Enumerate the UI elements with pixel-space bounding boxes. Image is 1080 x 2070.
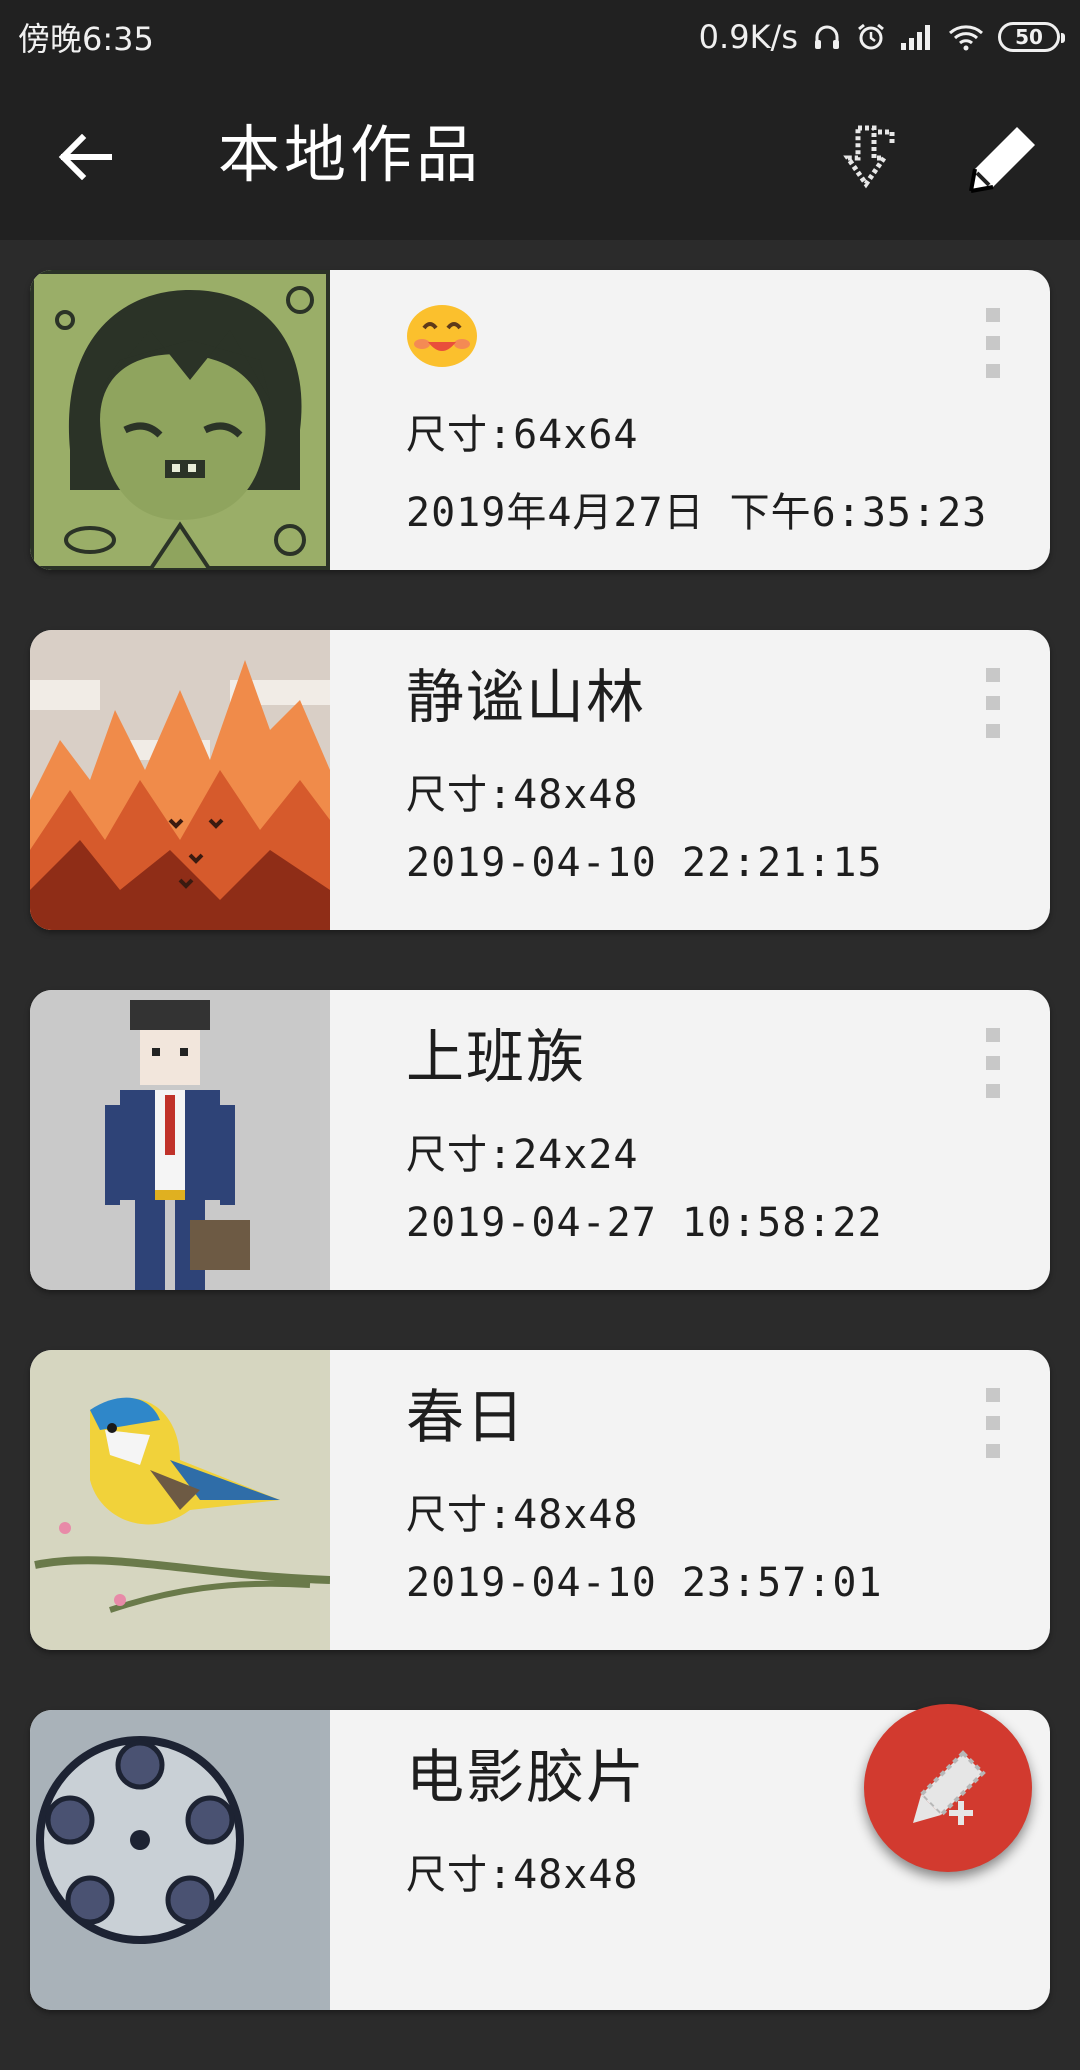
work-date: 2019-04-10 23:57:01 [406, 1560, 883, 1606]
work-size: 尺寸:48x48 [406, 1492, 639, 1538]
more-options-button[interactable] [978, 1388, 1008, 1458]
autumn-forest [30, 630, 330, 930]
status-time: 傍晚6:35 [18, 20, 154, 58]
work-info: 静谧山林 尺寸:48x48 2019-04-10 22:21:15 [330, 630, 1050, 930]
new-drawing-button[interactable] [864, 1704, 1032, 1872]
more-dot [986, 364, 1000, 378]
wifi-icon [948, 23, 984, 51]
edit-button[interactable] [958, 114, 1048, 204]
status-icons: 0.9K/s 50 [698, 18, 1065, 56]
battery-icon: 50 [998, 22, 1065, 52]
work-info: 尺寸:64x64 2019年4月27日 下午6:35:23 [330, 270, 1050, 570]
work-card[interactable]: 尺寸:64x64 2019年4月27日 下午6:35:23 [30, 270, 1050, 570]
work-thumbnail [30, 270, 330, 570]
more-dot [986, 1056, 1000, 1070]
work-thumbnail [30, 1350, 330, 1650]
work-size: 尺寸:48x48 [406, 772, 639, 818]
more-dot [986, 696, 1000, 710]
work-date: 2019年4月27日 下午6:35:23 [406, 490, 988, 536]
pencil-icon [969, 127, 1035, 193]
work-info: 上班族 尺寸:24x24 2019-04-27 10:58:22 [330, 990, 1050, 1290]
work-info: 春日 尺寸:48x48 2019-04-10 23:57:01 [330, 1350, 1050, 1650]
more-dot [986, 1028, 1000, 1042]
work-title: 电影胶片 [406, 1743, 647, 1811]
work-size: 尺寸:64x64 [406, 412, 639, 458]
new-drawing-icon [913, 1750, 986, 1825]
page-title: 本地作品 [218, 118, 483, 191]
work-title: 静谧山林 [406, 663, 647, 731]
more-dot [986, 1084, 1000, 1098]
green-girl-portrait [30, 270, 330, 570]
more-dot [986, 1444, 1000, 1458]
work-title: 上班族 [406, 1023, 587, 1091]
more-dot [986, 724, 1000, 738]
work-thumbnail [30, 630, 330, 930]
back-button[interactable] [40, 122, 130, 192]
network-speed: 0.9K/s [698, 18, 798, 56]
back-arrow-icon [58, 134, 112, 180]
headset-icon [812, 22, 842, 52]
signal-icon [900, 23, 934, 51]
work-card[interactable]: 上班族 尺寸:24x24 2019-04-27 10:58:22 [30, 990, 1050, 1290]
more-dot [986, 336, 1000, 350]
office-worker [30, 990, 330, 1290]
work-size: 尺寸:48x48 [406, 1852, 639, 1898]
more-dot [986, 1416, 1000, 1430]
work-thumbnail [30, 990, 330, 1290]
more-options-button[interactable] [978, 308, 1008, 378]
work-card[interactable]: 静谧山林 尺寸:48x48 2019-04-10 22:21:15 [30, 630, 1050, 930]
bird-on-branch [30, 1350, 330, 1650]
more-options-button[interactable] [978, 1028, 1008, 1098]
battery-level: 50 [1015, 25, 1043, 49]
import-button[interactable] [820, 114, 910, 204]
more-dot [986, 668, 1000, 682]
work-thumbnail [30, 1710, 330, 2010]
work-date: 2019-04-10 22:21:15 [406, 840, 883, 886]
work-card[interactable]: 春日 尺寸:48x48 2019-04-10 23:57:01 [30, 1350, 1050, 1650]
work-size: 尺寸:24x24 [406, 1132, 639, 1178]
work-date: 2019-04-27 10:58:22 [406, 1200, 883, 1246]
film-reel [30, 1710, 330, 2010]
alarm-icon [856, 22, 886, 52]
import-icon [843, 125, 895, 189]
smiling-face-emoji [407, 305, 477, 367]
app-bar: 本地作品 [0, 74, 1080, 240]
more-dot [986, 308, 1000, 322]
work-title: 春日 [406, 1383, 527, 1451]
more-dot [986, 1388, 1000, 1402]
status-bar: 傍晚6:35 0.9K/s 50 [0, 0, 1080, 74]
more-options-button[interactable] [978, 668, 1008, 738]
